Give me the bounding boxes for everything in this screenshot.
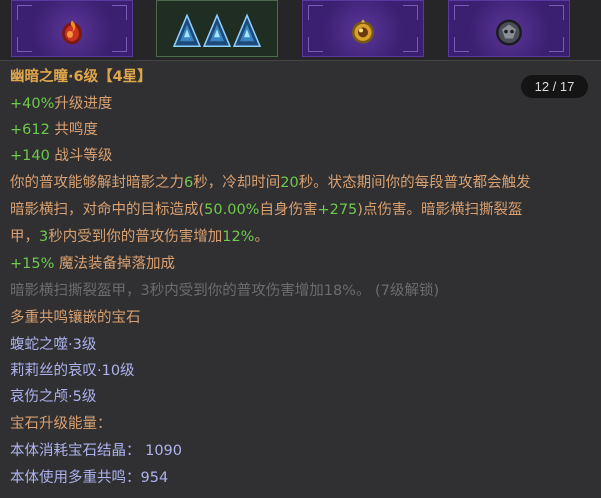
locked-effect-text: 暗影横扫撕裂盔甲，3秒内受到你的普攻伤害增加18%。 (7级解锁) (10, 283, 440, 299)
upgrade-energy-header: 宝石升级能量： (10, 416, 112, 432)
stat-magic-drop: +15% 魔法装备掉落加成 (10, 256, 175, 272)
item-title: 幽暗之瞳·6级【4星】 (10, 69, 152, 85)
gem-slot-row (0, 0, 601, 60)
stat-resonance: +612 共鸣度 (10, 122, 98, 138)
socketed-gem-1: 蝮蛇之噬·3级 (10, 337, 97, 353)
gold-amber-gem-icon (352, 18, 374, 43)
use-resonance-text: 本体使用多重共鸣：954 (10, 470, 169, 486)
ability-description-line-3: 甲，3秒内受到你的普攻伤害增加12%。 (10, 229, 269, 245)
red-fire-gem-icon (62, 19, 82, 44)
dark-skull-gem-icon (496, 19, 522, 46)
gem-slot-1[interactable] (11, 0, 133, 57)
blue-triangle-gems-icon (172, 12, 262, 47)
item-tooltip-panel: 12 / 17 幽暗之瞳·6级【4星】 +40%升级进度 +612 共鸣度 +1… (0, 60, 601, 498)
page-indicator: 12 / 17 (521, 75, 588, 98)
gem-slot-2[interactable] (156, 0, 278, 57)
multi-resonance-header: 多重共鸣镶嵌的宝石 (10, 310, 141, 326)
ability-description-line-1: 你的普攻能够解封暗影之力6秒，冷却时间20秒。状态期间你的每段普攻都会触发 (10, 175, 531, 191)
stat-combat-level: +140 战斗等级 (10, 148, 113, 164)
gem-slot-3[interactable] (302, 0, 424, 57)
stat-upgrade-progress: +40%升级进度 (10, 96, 113, 112)
gem-slot-4[interactable] (448, 0, 570, 57)
consume-crystal-text: 本体消耗宝石结晶： 1090 (10, 443, 183, 459)
socketed-gem-2: 莉莉丝的哀叹·10级 (10, 363, 135, 379)
socketed-gem-3: 哀伤之颅·5级 (10, 389, 97, 405)
ability-description-line-2: 暗影横扫，对命中的目标造成(50.00%自身伤害+275)点伤害。暗影横扫撕裂盔 (10, 202, 523, 218)
